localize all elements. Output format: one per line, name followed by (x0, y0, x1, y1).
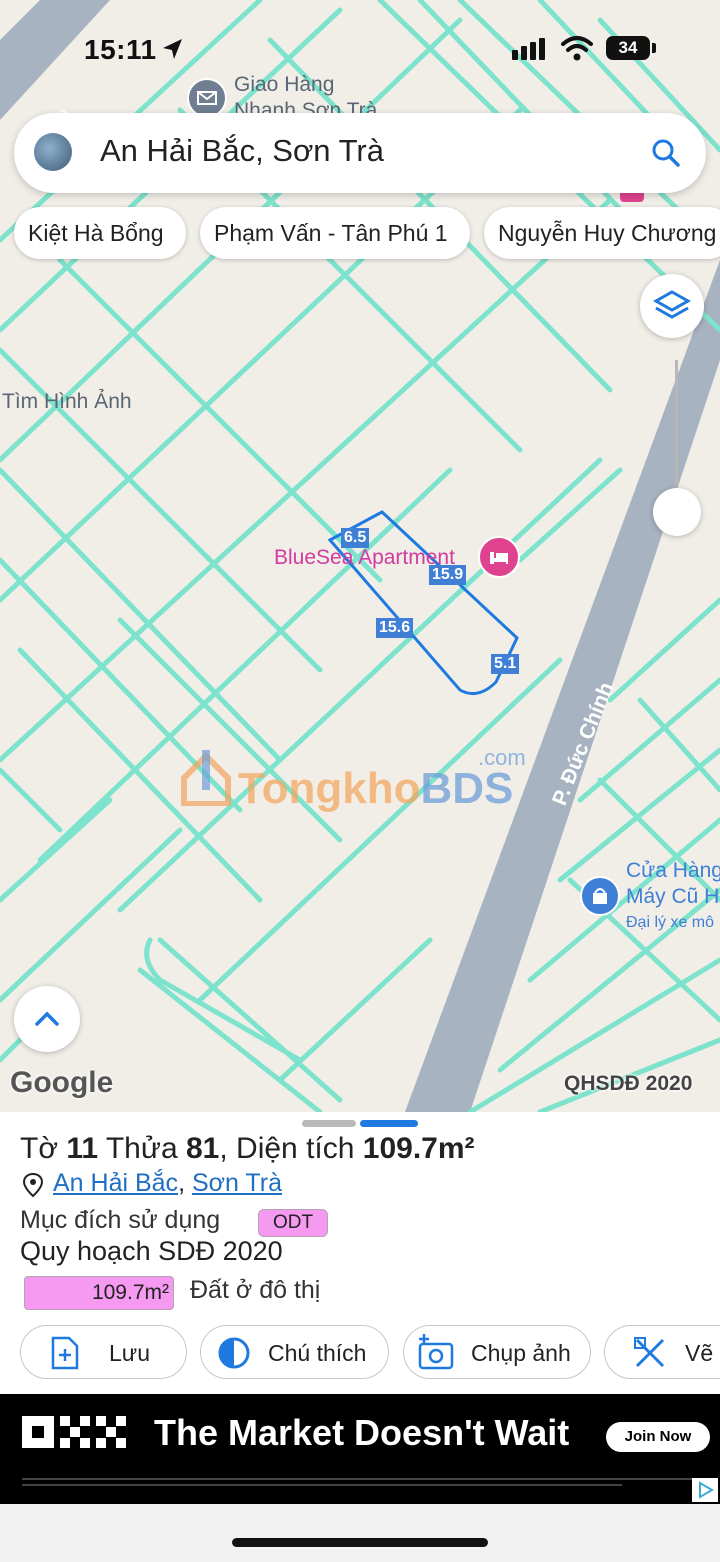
plan-year-label: QHSDĐ 2020 (564, 1072, 693, 1095)
status-bar: 15:11 34 (0, 30, 720, 70)
location-arrow-icon (163, 39, 182, 59)
shop-line1: Cửa Hàng (626, 859, 720, 882)
draw-button[interactable]: Vẽ (604, 1325, 720, 1379)
avatar[interactable] (34, 133, 72, 171)
chip-nguyen-huy-chuong[interactable]: Nguyễn Huy Chương (484, 207, 720, 259)
cellular-signal-icon (512, 38, 545, 60)
parcel-title: Tờ 11 Thửa 81, Diện tích 109.7m² (20, 1132, 475, 1166)
sheet-number: 11 (66, 1132, 99, 1165)
battery-level: 34 (618, 38, 638, 57)
draw-tools-icon (634, 1337, 665, 1368)
hotel-pin-icon[interactable] (478, 536, 520, 578)
mail-pin-icon[interactable] (187, 78, 227, 118)
chip-label: Kiệt Hà Bổng (28, 220, 164, 246)
shop-pin-icon[interactable] (580, 876, 620, 916)
watermark-text: TongkhoBDS (238, 764, 513, 814)
ad-headline: The Market Doesn't Wait (154, 1412, 570, 1453)
title-prefix: Tờ (20, 1132, 58, 1165)
dimension-label: 15.6 (376, 618, 414, 638)
watermark-bds: BDS (420, 764, 514, 813)
plan-description: Đất ở đô thị (190, 1276, 321, 1304)
add-photo-icon (418, 1334, 454, 1370)
house-logo-icon (181, 750, 231, 807)
ad-fineprint (22, 1484, 622, 1486)
home-bar-area (0, 1504, 720, 1562)
chevron-up-icon (35, 1011, 59, 1026)
opacity-slider-track[interactable] (675, 360, 678, 500)
watermark-suffix: .com (478, 745, 526, 770)
contrast-icon (218, 1337, 250, 1369)
legend-button[interactable]: Chú thích (200, 1325, 389, 1379)
page-indicator-active[interactable] (360, 1120, 418, 1127)
search-input[interactable]: An Hải Bắc, Sơn Trà (100, 133, 384, 169)
shop-sublabel: Đại lý xe mô (626, 914, 715, 931)
adchoices-icon[interactable] (692, 1478, 718, 1502)
plan-area-bar: 109.7m² (24, 1276, 174, 1310)
ad-cta-button[interactable]: Join Now (606, 1422, 710, 1452)
plan-title: Quy hoạch SDĐ 2020 (20, 1236, 283, 1266)
address-links: An Hải Bắc, Sơn Trà (53, 1169, 283, 1197)
layers-button[interactable] (640, 274, 704, 338)
photo-label: Chụp ảnh (471, 1340, 571, 1366)
ad-banner[interactable]: The Market Doesn't Wait Join Now (0, 1394, 720, 1504)
purpose-code-badge: ODT (258, 1209, 328, 1237)
add-document-icon (51, 1336, 79, 1370)
shop-line2: Máy Cũ H (626, 885, 720, 908)
area-label: , Diện tích (219, 1132, 355, 1165)
save-button[interactable]: Lưu (20, 1325, 187, 1379)
okx-logo (22, 1416, 126, 1448)
location-pin-icon (22, 1172, 44, 1198)
purpose-label: Mục đích sử dụng (20, 1206, 221, 1234)
search-icon[interactable] (650, 137, 682, 169)
chip-label: Nguyễn Huy Chương (498, 220, 717, 246)
photo-button[interactable]: Chụp ảnh (403, 1325, 591, 1379)
ward-link[interactable]: An Hải Bắc (53, 1169, 178, 1197)
parcel-label: Thửa (105, 1132, 178, 1165)
battery-icon: 34 (606, 36, 650, 60)
watermark-tongkho: Tongkho (238, 764, 421, 813)
shop-label[interactable]: Cửa Hàng Máy Cũ H (626, 858, 720, 910)
poi-line1: Giao Hàng (234, 73, 335, 96)
left-map-label: Tìm Hình Ảnh (2, 390, 132, 413)
home-indicator[interactable] (232, 1538, 488, 1547)
chip-kiet-ha-bong[interactable]: Kiệt Hà Bổng (14, 207, 186, 259)
wifi-icon (561, 36, 593, 61)
chip-label: Phạm Vấn - Tân Phú 1 (214, 220, 448, 246)
plan-area-value: 109.7m² (91, 1281, 169, 1304)
dimension-label: 15.9 (429, 565, 467, 585)
opacity-slider-handle[interactable] (653, 488, 701, 536)
district-link[interactable]: Sơn Trà (192, 1169, 282, 1197)
google-logo: Google (10, 1066, 114, 1099)
apartment-label[interactable]: BlueSea Apartment (274, 546, 455, 570)
parcel-number: 81 (185, 1132, 220, 1165)
chip-pham-van[interactable]: Phạm Vấn - Tân Phú 1 (200, 207, 470, 259)
dimension-label: 5.1 (491, 654, 520, 674)
dimension-label: 6.5 (341, 528, 370, 548)
page-indicator[interactable] (302, 1120, 356, 1127)
search-bar[interactable]: An Hải Bắc, Sơn Trà (14, 113, 706, 193)
expand-up-button[interactable] (14, 986, 80, 1052)
layers-icon (652, 290, 692, 319)
ad-fineprint (22, 1478, 698, 1480)
legend-label: Chú thích (268, 1340, 367, 1366)
watermark (180, 748, 232, 811)
battery-tip (652, 43, 656, 53)
draw-label: Vẽ (685, 1340, 714, 1366)
save-label: Lưu (109, 1340, 150, 1366)
clock: 15:11 (84, 34, 157, 65)
area-value: 109.7m² (362, 1132, 475, 1165)
